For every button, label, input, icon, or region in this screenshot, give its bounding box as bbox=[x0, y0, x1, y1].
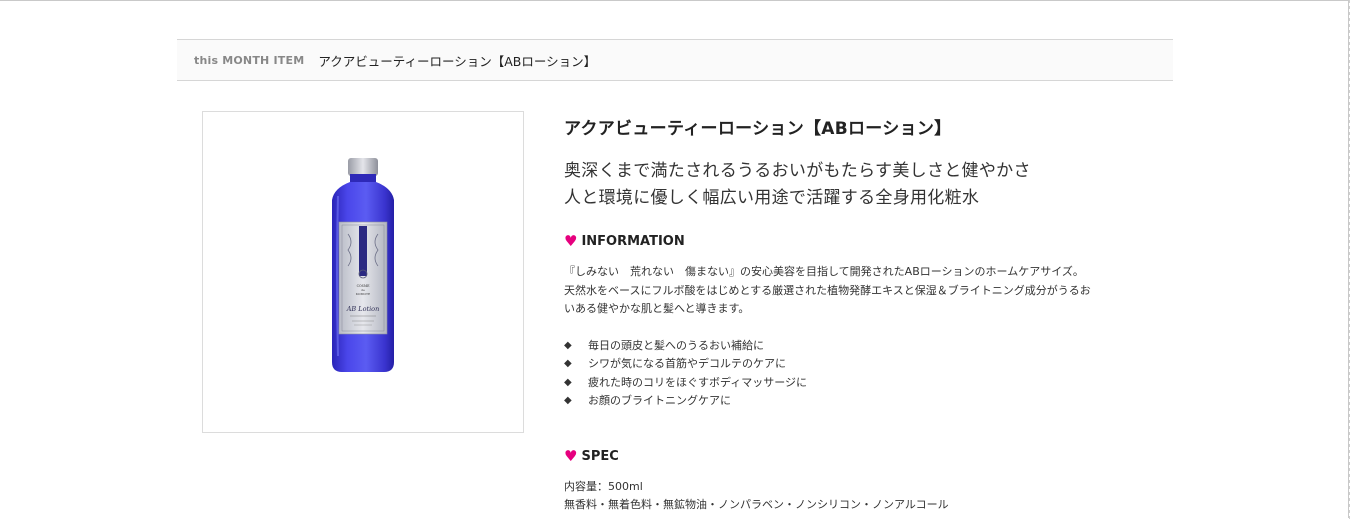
information-heading-text: INFORMATION bbox=[581, 234, 685, 249]
feature-list: ◆ 毎日の頭皮と髪へのうるおい補給に ◆ シワが気になる首筋やデコルテのケアに … bbox=[564, 337, 1164, 411]
feature-text: お顔のブライトニングケアに bbox=[588, 394, 731, 407]
list-item: ◆ 毎日の頭皮と髪へのうるおい補給に bbox=[564, 337, 1164, 356]
spec-free-from: 無香料・無着色料・無鉱物油・ノンパラベン・ノンシリコン・ノンアルコール bbox=[564, 497, 949, 511]
information-line-1: 『しみない 荒れない 傷まない』の安心美容を目指して開発されたABローションのホ… bbox=[564, 265, 1084, 278]
product-image: COSME de KOMOTE AB Lotion bbox=[202, 111, 524, 433]
diamond-icon: ◆ bbox=[564, 376, 572, 388]
information-line-3: いある健やかな肌と髪へと導きます。 bbox=[564, 302, 750, 315]
diamond-icon: ◆ bbox=[564, 358, 572, 369]
list-item: ◆ シワが気になる首筋やデコルテのケアに bbox=[564, 355, 1164, 374]
bottle-label-line-3: KOMOTE bbox=[356, 292, 370, 296]
diamond-icon: ◆ bbox=[564, 339, 572, 351]
month-item-bar: this MONTH ITEM アクアビューティーローション【ABローション】 bbox=[177, 39, 1173, 81]
list-item: ◆ お顔のブライトニングケアに bbox=[564, 392, 1164, 411]
month-item-title[interactable]: アクアビューティーローション【ABローション】 bbox=[318, 51, 596, 70]
month-item-label: this MONTH ITEM bbox=[194, 53, 305, 67]
heart-icon: ♥ bbox=[564, 232, 578, 250]
spec-heading-text: SPEC bbox=[581, 448, 619, 464]
feature-text: シワが気になる首筋やデコルテのケアに bbox=[588, 357, 786, 370]
product-details: アクアビューティーローション【ABローション】 奥深くまで満たされるうるおいがも… bbox=[564, 108, 1164, 514]
diamond-icon: ◆ bbox=[564, 395, 572, 406]
heart-icon: ♥ bbox=[564, 446, 578, 465]
catchcopy-line-2: 人と環境に優しく幅広い用途で活躍する全身用化粧水 bbox=[564, 188, 980, 208]
product-name: アクアビューティーローション【ABローション】 bbox=[564, 119, 952, 139]
list-item: ◆ 疲れた時のコリをほぐすボディマッサージに bbox=[564, 374, 1164, 393]
product-catchcopy: 奥深くまで満たされるうるおいがもたらす美しさと健やかさ 人と環境に優しく幅広い用… bbox=[564, 158, 1164, 212]
information-paragraph: 『しみない 荒れない 傷まない』の安心美容を目指して開発されたABローションのホ… bbox=[564, 263, 1144, 319]
feature-text: 疲れた時のコリをほぐすボディマッサージに bbox=[588, 375, 808, 389]
feature-text: 毎日の頭皮と髪へのうるおい補給に bbox=[588, 338, 764, 352]
lotion-bottle-image: COSME de KOMOTE AB Lotion bbox=[332, 158, 394, 372]
catchcopy-line-1: 奥深くまで満たされるうるおいがもたらす美しさと健やかさ bbox=[564, 161, 1031, 181]
bottle-label-script: AB Lotion bbox=[346, 305, 380, 313]
information-heading: ♥ INFORMATION bbox=[564, 232, 1164, 250]
spec-heading: ♥ SPEC bbox=[564, 446, 1164, 465]
spec-volume: 内容量：500ml bbox=[564, 479, 643, 493]
spec-body: 内容量：500ml 無香料・無着色料・無鉱物油・ノンパラベン・ノンシリコン・ノン… bbox=[564, 478, 1164, 514]
information-line-2: 天然水をベースにフルボ酸をはじめとする厳選された植物発酵エキスと保湿＆ブライトニ… bbox=[564, 283, 1091, 297]
